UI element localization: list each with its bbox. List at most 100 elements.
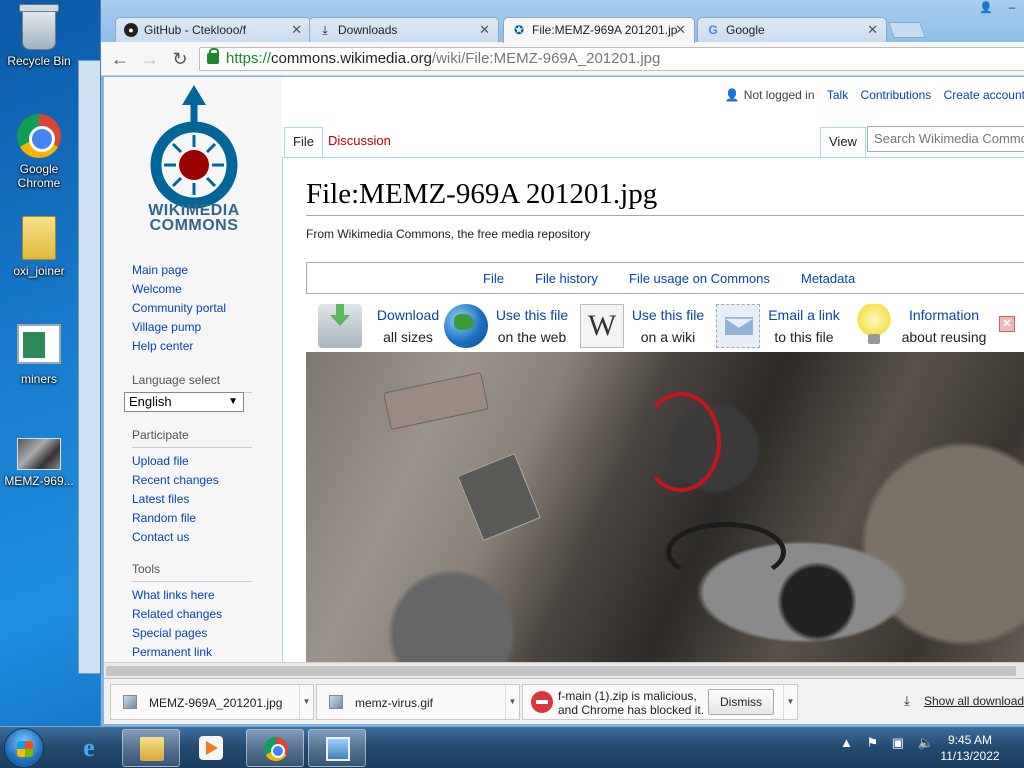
desktop-icon-miners[interactable]: miners <box>0 324 78 386</box>
show-all-downloads-link[interactable]: ⤓ Show all downloads... <box>904 693 1024 708</box>
close-icon[interactable]: ✕ <box>291 22 302 38</box>
create-account-link[interactable]: Create account <box>944 88 1024 102</box>
download-icon <box>318 304 362 348</box>
url-path: /wiki/File:MEMZ-969A_201201.jpg <box>431 50 661 67</box>
new-tab-button[interactable] <box>888 22 926 38</box>
action-center-flag-icon[interactable]: ⚑ <box>867 735 879 750</box>
tab-github[interactable]: ● GitHub - Cteklooo/f ✕ <box>115 17 311 43</box>
file-nav-usage[interactable]: File usage on Commons <box>629 271 770 286</box>
blocked-download-item[interactable]: f-main (1).zip is malicious, and Chrome … <box>522 684 798 720</box>
use-on-web-action[interactable]: Use this file on the web <box>444 302 574 348</box>
tab-file[interactable]: File <box>284 127 323 157</box>
chevron-down-icon[interactable]: ▼ <box>783 685 797 719</box>
search-input[interactable]: Search Wikimedia Commons <box>867 126 1024 152</box>
tab-label: Google <box>726 23 765 37</box>
forward-button[interactable]: → <box>139 48 161 70</box>
reload-button[interactable]: ↻ <box>169 48 191 70</box>
tab-google[interactable]: G Google ✕ <box>697 17 887 43</box>
reuse-info-action[interactable]: Information about reusing <box>852 302 992 348</box>
show-hidden-icons-icon[interactable]: ▲ <box>840 735 853 750</box>
download-icon: ⤓ <box>904 693 910 708</box>
tab-view[interactable]: View <box>820 127 866 157</box>
desktop-icon-recycle-bin[interactable]: Recycle Bin <box>0 4 78 68</box>
nav-random-file[interactable]: Random file <box>132 509 252 528</box>
file-nav-history[interactable]: File history <box>535 271 598 286</box>
desktop-icon-label: miners <box>20 372 57 386</box>
blocked-icon <box>531 691 553 713</box>
download-item[interactable]: MEMZ-969A_201201.jpg ▼ <box>110 684 314 720</box>
taskbar-photo-viewer[interactable] <box>308 729 366 767</box>
not-logged-in: Not logged in <box>743 88 815 102</box>
network-icon[interactable]: ▣ <box>892 735 904 750</box>
start-button[interactable] <box>4 728 44 768</box>
close-icon[interactable]: ✕ <box>479 22 490 38</box>
nav-upload-file[interactable]: Upload file <box>132 452 252 471</box>
tab-wikimedia-file[interactable]: ✪ File:MEMZ-969A 201201.jp ✕ <box>503 17 695 43</box>
close-icon[interactable]: ✕ <box>999 316 1015 332</box>
download-item[interactable]: memz-virus.gif ▼ <box>316 684 520 720</box>
back-button[interactable]: ← <box>109 48 131 70</box>
taskbar-internet-explorer[interactable]: e <box>60 729 118 767</box>
taskbar-chrome[interactable] <box>246 729 304 767</box>
chrome-window: ● GitHub - Cteklooo/f ✕ ⤓ Downloads ✕ ✪ … <box>100 0 1024 726</box>
participate-heading: Participate <box>132 426 252 448</box>
scrollbar-thumb[interactable] <box>106 666 1016 676</box>
file-nav-file[interactable]: File <box>483 271 504 286</box>
nav-recent-changes[interactable]: Recent changes <box>132 471 252 490</box>
desktop-icon-memz-image[interactable]: MEMZ-969... <box>0 438 78 488</box>
tab-discussion[interactable]: Discussion <box>320 127 399 157</box>
file-image[interactable] <box>306 352 1024 662</box>
language-select[interactable]: English ▼ <box>124 392 244 412</box>
address-bar[interactable]: https://commons.wikimedia.org/wiki/File:… <box>199 47 1024 71</box>
github-icon: ● <box>124 23 138 37</box>
nav-help-center[interactable]: Help center <box>132 337 226 356</box>
language-selected: English <box>129 394 172 409</box>
minimize-button[interactable]: – <box>1003 0 1021 16</box>
horizontal-scrollbar[interactable] <box>104 662 1024 678</box>
tab-label: Downloads <box>338 23 398 37</box>
tab-label: File:MEMZ-969A 201201.jp <box>532 23 678 37</box>
media-player-icon <box>199 736 223 760</box>
clock-date: 11/13/2022 <box>940 749 1000 763</box>
nav-main-page[interactable]: Main page <box>132 261 226 280</box>
image-detail <box>666 522 786 582</box>
close-icon[interactable]: ✕ <box>675 22 686 38</box>
desktop-icon-oxi-joiner[interactable]: oxi_joiner <box>0 216 78 278</box>
email-link-action[interactable]: Email a link to this file <box>716 302 846 348</box>
file-nav-metadata[interactable]: Metadata <box>801 271 855 286</box>
dismiss-button[interactable]: Dismiss <box>708 689 774 715</box>
desktop-icon-label: oxi_joiner <box>13 264 65 278</box>
tab-downloads[interactable]: ⤓ Downloads ✕ <box>309 17 499 43</box>
use-on-wiki-action[interactable]: W Use this file on a wiki <box>580 302 710 348</box>
download-action[interactable]: Download all sizes <box>318 302 448 348</box>
taskbar-file-explorer[interactable] <box>122 729 180 767</box>
system-tray: ▲ ⚑ ▣ 🔈 <box>840 735 944 751</box>
nav-community-portal[interactable]: Community portal <box>132 299 226 318</box>
user-profile-icon[interactable]: 👤 <box>975 1 997 17</box>
desktop-icon-google-chrome[interactable]: Google Chrome <box>0 114 78 190</box>
nav-welcome[interactable]: Welcome <box>132 280 226 299</box>
action-label: Use this file <box>631 307 705 323</box>
nav-village-pump[interactable]: Village pump <box>132 318 226 337</box>
clock[interactable]: 9:45 AM 11/13/2022 <box>930 732 1010 764</box>
nav-latest-files[interactable]: Latest files <box>132 490 252 509</box>
chevron-down-icon[interactable]: ▼ <box>505 685 519 719</box>
article: File:MEMZ-969A 201201.jpg From Wikimedia… <box>282 157 1024 662</box>
nav-related-changes[interactable]: Related changes <box>132 605 252 624</box>
nav-permanent-link[interactable]: Permanent link <box>132 643 252 662</box>
talk-link[interactable]: Talk <box>827 88 848 102</box>
taskbar-media-player[interactable] <box>182 729 240 767</box>
url-host: commons.wikimedia.org <box>271 50 432 67</box>
nav-special-pages[interactable]: Special pages <box>132 624 252 643</box>
contributions-link[interactable]: Contributions <box>861 88 932 102</box>
nav-what-links-here[interactable]: What links here <box>132 586 252 605</box>
file-icon <box>22 216 56 260</box>
image-detail <box>383 372 489 430</box>
close-icon[interactable]: ✕ <box>867 22 878 38</box>
action-label: Download <box>376 307 440 323</box>
desktop-icon-label: Google <box>19 162 59 176</box>
action-label: all sizes <box>383 329 433 345</box>
user-links: 👤 Not logged in Talk Contributions Create… <box>716 88 1024 102</box>
nav-contact-us[interactable]: Contact us <box>132 528 252 547</box>
chevron-down-icon[interactable]: ▼ <box>299 685 313 719</box>
